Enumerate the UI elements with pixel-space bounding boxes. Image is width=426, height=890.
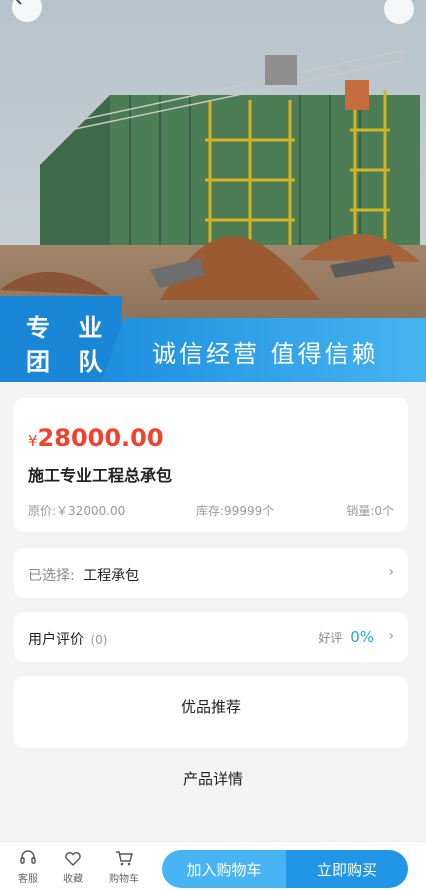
recommend-section: 优品推荐 (14, 676, 408, 748)
product-name: 施工专业工程总承包 (28, 466, 173, 485)
sales-count: 销量:0个 (346, 504, 394, 518)
team-badge: 专 业 团 队 (0, 296, 122, 382)
service-button[interactable]: 客服 (8, 848, 48, 885)
cart-icon (116, 851, 133, 866)
add-to-cart-button[interactable]: 加入购物车 (162, 850, 286, 888)
spec-selector-label: 已选择: 工程承包 (28, 568, 140, 584)
chevron-right-icon: › (388, 564, 394, 580)
good-rate: 好评 0% (318, 628, 374, 646)
currency-symbol: ¥ (28, 432, 38, 450)
chevron-left-icon (15, 0, 22, 5)
slogan-banner: 诚信经营 值得信赖 (102, 318, 426, 382)
detail-title: 产品详情 (182, 770, 243, 788)
heart-icon (65, 852, 81, 866)
headset-icon (20, 850, 36, 864)
selected-spec: 工程承包 (83, 568, 140, 584)
recommend-title: 优品推荐 (180, 698, 241, 716)
stock-count: 库存:99999个 (196, 504, 275, 518)
product-price: ¥28000.00 (28, 424, 164, 452)
good-rate-value: 0% (350, 628, 374, 646)
cart-button[interactable]: 购物车 (104, 848, 144, 885)
product-image[interactable]: 专 业 团 队 诚信经营 值得信赖 (0, 0, 426, 382)
team-badge-line1: 专 业 (26, 314, 113, 342)
team-badge-line2: 团 队 (26, 348, 113, 376)
reviews-count: (0) (90, 633, 108, 647)
original-price: 原价:￥32000.00 (28, 504, 126, 518)
slogan-text: 诚信经营 值得信赖 (152, 340, 379, 368)
bottom-action-bar: 客服 收藏 购物车 加入购物车 立即购买 (0, 841, 426, 890)
spec-selector[interactable]: 已选择: 工程承包 › (14, 548, 408, 598)
chevron-right-icon: › (388, 628, 394, 644)
price-value: 28000.00 (37, 424, 164, 452)
product-info-card: ¥28000.00 施工专业工程总承包 原价:￥32000.00 库存:9999… (14, 398, 408, 532)
reviews-label: 用户评价 (0) (28, 632, 108, 648)
favorite-button[interactable]: 收藏 (53, 848, 93, 885)
buy-now-button[interactable]: 立即购买 (286, 850, 408, 888)
reviews-row[interactable]: 用户评价 (0) 好评 0% › (14, 612, 408, 662)
